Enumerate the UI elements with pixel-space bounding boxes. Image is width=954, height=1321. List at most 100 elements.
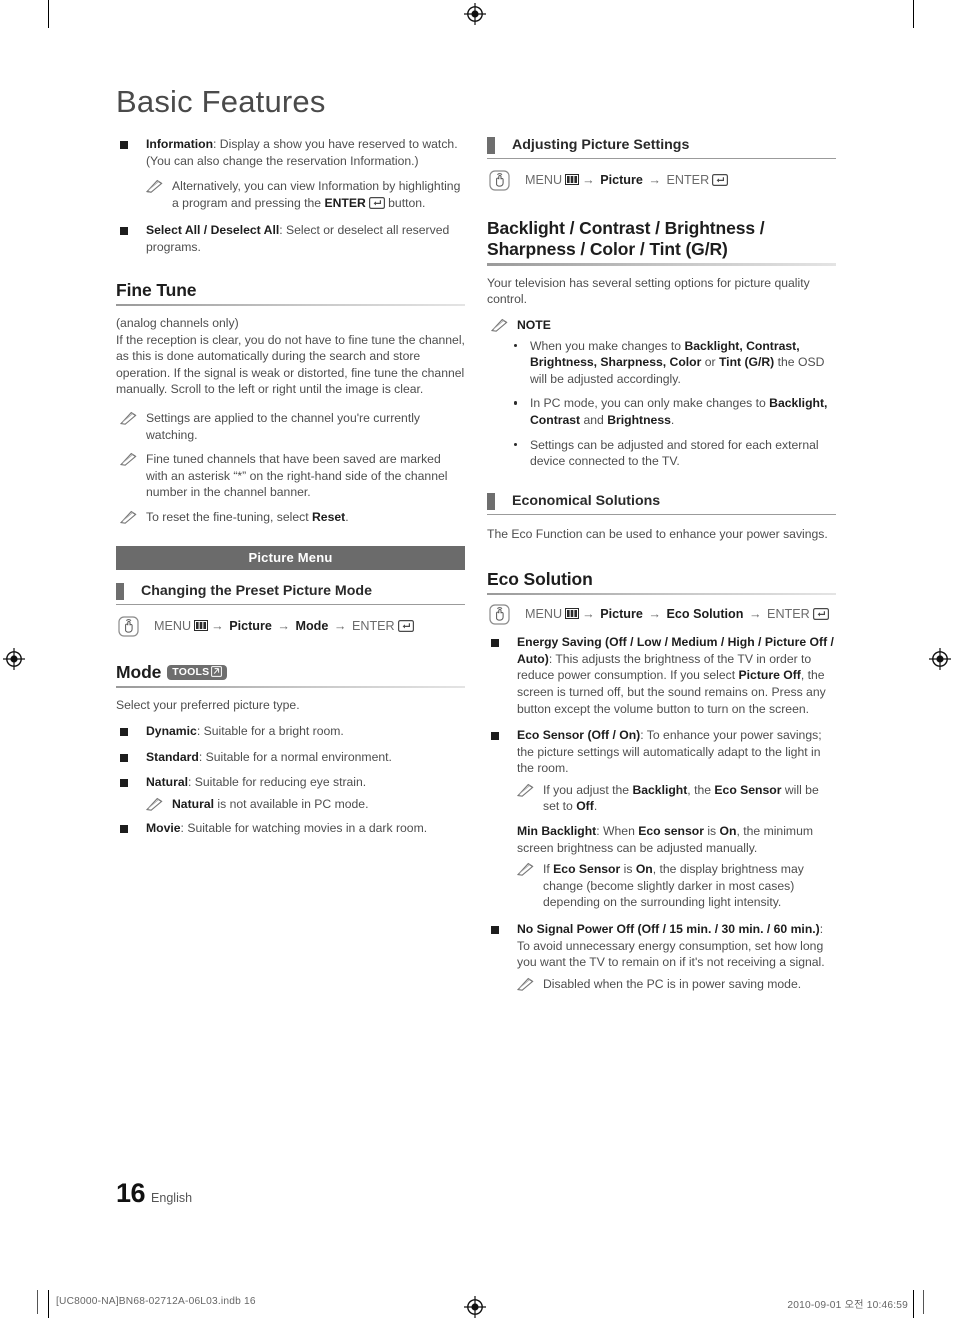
note-bullet-external-device: Settings can be adjusted and stored for … <box>504 437 836 470</box>
left-column: Information: Display a show you have res… <box>116 136 465 846</box>
section-mode: Mode TOOLS <box>116 662 465 689</box>
pencil-note-icon <box>491 318 508 332</box>
note-natural-bold: Natural <box>172 796 214 811</box>
note-label-text: NOTE <box>517 317 551 332</box>
term-select-all: Select All / Deselect All <box>146 223 280 238</box>
list-item-select-all: Select All / Deselect All: Select or des… <box>116 222 465 255</box>
section-bar-marker <box>116 582 124 600</box>
square-bullet-icon <box>120 141 128 149</box>
section-band-picture-menu: Picture Menu <box>116 545 465 570</box>
fine-tune-body: If the reception is clear, you do not ha… <box>116 332 465 397</box>
note-no-signal-pc-saving: Disabled when the PC is in power saving … <box>487 976 836 993</box>
tools-badge[interactable]: TOOLS <box>167 664 228 680</box>
heading-mode-wrap: Mode TOOLS <box>116 662 465 683</box>
note-osd-p1: When you make changes to <box>530 338 685 353</box>
list-item-mode-natural: Natural: Suitable for reducing eye strai… <box>116 774 465 791</box>
term-min-backlight: Min Backlight <box>517 824 597 839</box>
section-bar-marker <box>487 137 495 154</box>
pencil-note-icon <box>120 411 137 425</box>
heading-rule <box>116 303 465 307</box>
section-economical-solutions: Economical Solutions <box>487 492 836 510</box>
print-timestamp: 2010-09-01 오전 10:46:59 <box>787 1300 908 1311</box>
list-item-mode-standard: Standard: Suitable for a normal environm… <box>116 749 465 766</box>
page-number: 16 <box>116 1178 146 1208</box>
enter-key-icon <box>397 619 414 632</box>
note-reset-bold: Reset <box>311 510 346 524</box>
menu-step-picture: Picture <box>600 607 643 622</box>
arrow-icon: → <box>648 173 661 188</box>
heading-mode: Mode <box>116 661 162 682</box>
paragraph-min-backlight: Min Backlight: When Eco sensor is On, th… <box>487 823 836 856</box>
section-bar-marker <box>487 492 495 510</box>
menu-grid-icon <box>565 608 580 620</box>
note-natural-tail: is not available in PC mode. <box>214 796 369 811</box>
heading-rule <box>487 592 836 596</box>
note-fine-tune-2: Fine tuned channels that have been saved… <box>116 451 465 501</box>
heading-rule <box>487 158 836 160</box>
hand-press-icon <box>489 604 510 625</box>
menu-path-mode: MENU → Picture → Mode → ENTER <box>116 616 465 638</box>
list-item-mode-movie: Movie: Suitable for watching movies in a… <box>116 820 465 837</box>
menu-step-picture: Picture <box>229 618 272 633</box>
note-mb-b2: On <box>635 862 653 877</box>
note-eco-b3: Off <box>576 799 594 814</box>
heading-backlight-line1: Backlight / Contrast / Brightness / <box>487 218 765 239</box>
note-eco-p1: If you adjust the <box>543 782 633 797</box>
term-standard: Standard <box>146 749 199 764</box>
arrow-icon: → <box>648 607 661 622</box>
note-mb-p1: If <box>543 862 554 877</box>
note-eco-b2: Eco Sensor <box>714 782 782 797</box>
list-item-information: Information: Display a show you have res… <box>116 136 465 169</box>
page-footer: 16 English <box>116 1178 192 1209</box>
economical-body: The Eco Function can be used to enhance … <box>487 527 828 542</box>
note-reset-suffix: . <box>345 510 349 524</box>
section-eco-solution: Eco Solution <box>487 569 836 596</box>
dot-bullet-icon <box>514 343 518 347</box>
list-item-no-signal-power-off: No Signal Power Off (Off / 15 min. / 30 … <box>487 921 836 971</box>
note-fine-tune-1: Settings are applied to the channel you'… <box>116 410 465 443</box>
menu-enter-label: ENTER <box>351 618 395 633</box>
note-bullet-group: When you make changes to Backlight, Cont… <box>504 338 836 470</box>
right-column: Adjusting Picture Settings MENU → Pictur… <box>487 136 836 1000</box>
list-item-eco-sensor: Eco Sensor (Off / On): To enhance your p… <box>487 727 836 777</box>
heading-backlight-line2: Sharpness / Color / Tint (G/R) <box>487 239 728 260</box>
menu-step-eco-solution: Eco Solution <box>666 607 744 622</box>
tools-badge-label: TOOLS <box>172 665 210 678</box>
pencil-note-icon <box>517 783 534 797</box>
menu-grid-icon <box>194 619 209 631</box>
section-backlight-contrast: Backlight / Contrast / Brightness / Shar… <box>487 218 836 266</box>
note-osd-b2: Tint (G/R) <box>718 355 775 370</box>
menu-label: MENU <box>525 607 563 622</box>
text-natural: : Suitable for reducing eye strain. <box>188 775 367 790</box>
pencil-note-icon <box>120 453 137 466</box>
square-bullet-icon <box>120 227 128 236</box>
note-no-signal-text: Disabled when the PC is in power saving … <box>543 976 802 991</box>
note-pc-b2: Brightness <box>607 412 671 427</box>
backlight-body: Your television has several setting opti… <box>487 275 810 307</box>
manual-page: Basic Features Information: Display a sh… <box>0 0 954 1321</box>
bold-picture-off: Picture Off <box>738 668 801 683</box>
text-standard: : Suitable for a normal environment. <box>198 749 392 764</box>
square-bullet-icon <box>120 825 128 834</box>
note-min-backlight-brightness: If Eco Sensor is On, the display brightn… <box>487 861 836 911</box>
section-adjusting-picture-settings: Adjusting Picture Settings <box>487 136 836 154</box>
note-eco-b1: Backlight <box>632 782 688 797</box>
note-fine-tune-2-text: Fine tuned channels that have been saved… <box>146 452 448 500</box>
menu-grid-icon <box>565 174 580 186</box>
text-min-backlight-1: : When <box>596 824 639 839</box>
term-information: Information <box>146 137 214 151</box>
section-changing-preset-picture-mode: Changing the Preset Picture Mode <box>116 582 465 600</box>
heading-rule <box>487 513 836 516</box>
note-bullet-pc-mode: In PC mode, you can only make changes to… <box>504 395 836 428</box>
pencil-note-icon <box>146 797 163 811</box>
hand-press-icon <box>489 170 510 191</box>
heading-changing-preset: Changing the Preset Picture Mode <box>141 582 372 599</box>
arrow-icon: → <box>277 618 290 633</box>
section-fine-tune: Fine Tune <box>116 280 465 307</box>
note-eco-p4: . <box>593 799 598 814</box>
note-information-alternative: Alternatively, you can view Information … <box>116 178 465 211</box>
list-item-mode-dynamic: Dynamic: Suitable for a bright room. <box>116 723 465 740</box>
heading-rule <box>487 263 836 266</box>
arrow-icon: → <box>748 607 762 622</box>
arrow-icon: → <box>211 618 224 633</box>
